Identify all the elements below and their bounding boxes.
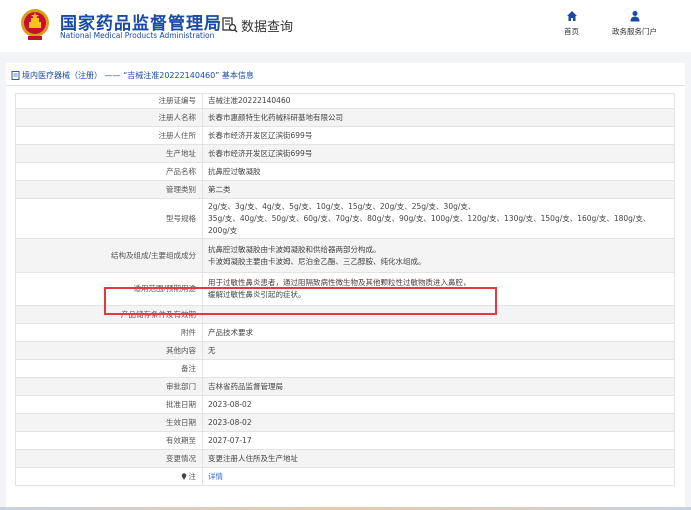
row-value: 产品技术要求 (202, 323, 675, 342)
row-value: 无 (202, 341, 675, 360)
site-header: 国家药品监督管理局 National Medical Products Admi… (0, 0, 691, 52)
row-value: 第二类 (202, 180, 675, 199)
row-key: 型号规格 (15, 198, 203, 239)
row-value: 变更注册人住所及生产地址 (202, 449, 675, 468)
row-value (202, 359, 675, 378)
details-link[interactable]: 详情 (208, 472, 223, 481)
row-key: 有效期至 (15, 431, 203, 450)
row-key: 注 (15, 467, 203, 486)
row-key: 审批部门 (15, 377, 203, 396)
user-icon (630, 11, 639, 22)
table-row: 其他内容 无 (15, 341, 675, 360)
row-value: 2g/支、3g/支、4g/支、5g/支、10g/支、15g/支、20g/支、25… (202, 198, 675, 239)
highlight-box (104, 287, 497, 315)
table-row: 结构及组成/主要组成成分 抗鼻腔过敏凝胶由卡波姆凝胶和供给器两部分构成。 卡波姆… (15, 238, 675, 273)
row-value: 吉械注准20222140460 (202, 93, 675, 109)
row-value: 长春市经济开发区辽滨街699号 (202, 144, 675, 163)
table-row: 变更情况 变更注册人住所及生产地址 (15, 449, 675, 468)
row-value-line: 200g/支 (208, 225, 238, 235)
nav-service-portal-label: 政务服务门户 (612, 27, 657, 36)
table-row: 有效期至 2027-07-17 (15, 431, 675, 450)
table-row: 附件 产品技术要求 (15, 323, 675, 342)
row-value: 2023-08-02 (202, 395, 675, 414)
panel-title: 境内医疗器械（注册） —— “吉械注准20222140460” 基本信息 (11, 70, 254, 81)
table-row: 批准日期 2023-08-02 (15, 395, 675, 414)
nav-service-portal[interactable]: 政务服务门户 (612, 10, 657, 37)
national-emblem-icon (21, 9, 49, 40)
row-key-label: 注 (188, 471, 197, 481)
table-row: 生产地址 长春市经济开发区辽滨街699号 (15, 144, 675, 163)
data-query-icon (222, 17, 238, 33)
nav-home-label: 首页 (564, 27, 579, 36)
row-key: 变更情况 (15, 449, 203, 468)
row-value: 2027-07-17 (202, 431, 675, 450)
nav-home[interactable]: 首页 (564, 10, 579, 37)
row-key: 生产地址 (15, 144, 203, 163)
pin-icon (181, 473, 186, 480)
data-query-label: 数据查询 (241, 19, 294, 35)
row-value: 2023-08-02 (202, 413, 675, 432)
row-value: 吉林省药品监督管理局 (202, 377, 675, 396)
row-value: 抗鼻腔过敏凝胶 (202, 162, 675, 181)
row-key: 结构及组成/主要组成成分 (15, 238, 203, 273)
row-value: 长春市经济开发区辽滨街699号 (202, 126, 675, 145)
table-row: 型号规格 2g/支、3g/支、4g/支、5g/支、10g/支、15g/支、20g… (15, 198, 675, 239)
row-value: 长春市惠颜特生化药械科研基地有限公司 (202, 108, 675, 127)
row-key: 注册证编号 (15, 93, 203, 109)
row-value-line: 2g/支、3g/支、4g/支、5g/支、10g/支、15g/支、20g/支、25… (208, 201, 476, 211)
row-value: 详情 (202, 467, 675, 486)
table-row: 注 详情 (15, 467, 675, 486)
row-key: 管理类别 (15, 180, 203, 199)
table-row: 注册人住所 长春市经济开发区辽滨街699号 (15, 126, 675, 145)
row-key: 其他内容 (15, 341, 203, 360)
panel-divider (6, 85, 685, 86)
panel-title-text: 境内医疗器械（注册） —— “吉械注准20222140460” 基本信息 (22, 71, 254, 80)
home-icon (566, 11, 577, 21)
document-icon (11, 71, 20, 80)
row-key: 注册人住所 (15, 126, 203, 145)
table-row: 备注 (15, 359, 675, 378)
row-key: 批准日期 (15, 395, 203, 414)
table-row: 注册人名称 长春市惠颜特生化药械科研基地有限公司 (15, 108, 675, 127)
table-row: 产品名称 抗鼻腔过敏凝胶 (15, 162, 675, 181)
row-key: 产品名称 (15, 162, 203, 181)
table-row: 注册证编号 吉械注准20222140460 (15, 93, 675, 109)
row-value-line: 35g/支、40g/支、50g/支、60g/支、70g/支、80g/支、90g/… (208, 213, 651, 223)
row-key: 注册人名称 (15, 108, 203, 127)
table-row: 管理类别 第二类 (15, 180, 675, 199)
row-value-line: 卡波姆凝胶主要由卡波姆、尼泊金乙酯、三乙醇胺、纯化水组成。 (208, 256, 426, 266)
table-row: 生效日期 2023-08-02 (15, 413, 675, 432)
site-title-english: National Medical Products Administration (60, 31, 215, 40)
row-key: 生效日期 (15, 413, 203, 432)
row-key: 备注 (15, 359, 203, 378)
data-query-link[interactable]: 数据查询 (222, 15, 293, 35)
row-value: 抗鼻腔过敏凝胶由卡波姆凝胶和供给器两部分构成。 卡波姆凝胶主要由卡波姆、尼泊金乙… (202, 238, 675, 273)
table-row: 审批部门 吉林省药品监督管理局 (15, 377, 675, 396)
row-key: 附件 (15, 323, 203, 342)
row-value-line: 抗鼻腔过敏凝胶由卡波姆凝胶和供给器两部分构成。 (208, 244, 381, 254)
